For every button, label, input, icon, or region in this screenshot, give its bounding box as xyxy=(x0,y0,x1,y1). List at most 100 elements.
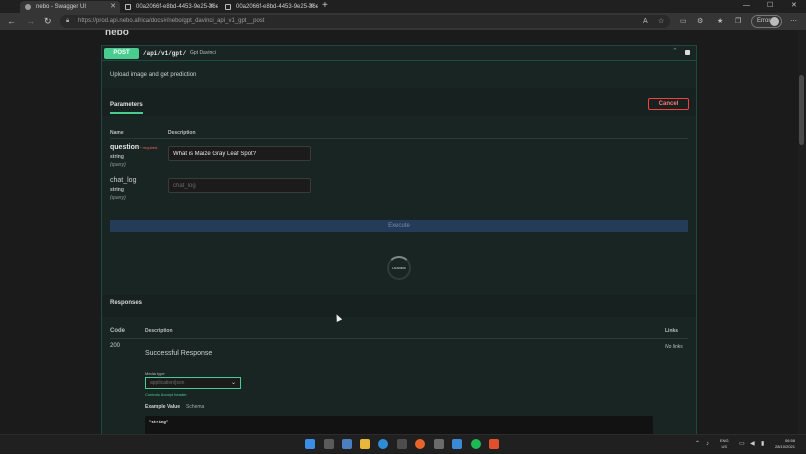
response-links: No links xyxy=(665,344,683,350)
swagger-favicon-icon xyxy=(25,4,31,10)
tab-document-1[interactable]: 00a2066f-e8bd-4453-9e25-36ec ✕ xyxy=(120,1,218,13)
tab-schema[interactable]: Schema xyxy=(186,404,204,410)
example-code-block: "string" xyxy=(145,416,653,434)
avatar xyxy=(770,17,779,26)
column-header-description: Description xyxy=(168,130,196,136)
chat-log-input[interactable] xyxy=(168,178,311,193)
operation-summary[interactable]: POST /api/v1/gpt/ Gpt Davinci ⌃ xyxy=(102,46,696,61)
split-screen-icon[interactable]: ▭ xyxy=(680,17,687,26)
page-content: nebo POST /api/v1/gpt/ Gpt Davinci ⌃ Upl… xyxy=(0,30,806,434)
document-favicon-icon xyxy=(125,4,131,10)
param-name-chat-log: chat_log xyxy=(110,177,137,184)
store-icon[interactable] xyxy=(397,439,407,449)
file-explorer-icon[interactable] xyxy=(360,439,370,449)
profile-button[interactable]: Error xyxy=(751,15,782,28)
browser-toolbar: ← → ↻ 🔒︎ https://prod.api.nebo.africa/do… xyxy=(0,13,806,30)
language-indicator[interactable]: ENG US xyxy=(720,438,729,450)
read-aloud-icon[interactable]: A xyxy=(643,17,648,26)
execute-button[interactable]: Execute xyxy=(110,220,688,232)
spotify-icon[interactable] xyxy=(471,439,481,449)
api-title: nebo xyxy=(105,30,129,38)
profile-status: Error xyxy=(757,18,771,24)
column-header-links: Links xyxy=(665,328,679,334)
param-type: string xyxy=(110,187,124,193)
tab-label: 00a2066f-e8bd-4453-9e25-36ec xyxy=(236,4,318,10)
chevron-down-icon: ⌄ xyxy=(230,380,236,386)
document-favicon-icon xyxy=(225,4,231,10)
clock[interactable]: 06:58 28/10/2021 xyxy=(773,438,795,450)
volume-icon[interactable]: ◀ xyxy=(750,440,755,448)
browser-tab-strip: nebo - Swagger UI ✕ 00a2066f-e8bd-4453-9… xyxy=(0,0,806,13)
example-code: "string" xyxy=(149,421,169,425)
search-icon[interactable] xyxy=(324,439,334,449)
tab-document-2[interactable]: 00a2066f-e8bd-4453-9e25-36ec ✕ xyxy=(220,1,318,13)
extensions-icon[interactable]: ⚙ xyxy=(697,17,703,26)
param-location: (query) xyxy=(110,195,126,201)
collections-icon[interactable]: ❐ xyxy=(735,17,741,26)
terminal-icon[interactable] xyxy=(434,439,444,449)
column-header-code: Code xyxy=(110,328,125,334)
microphone-icon[interactable]: ♪ xyxy=(706,440,709,448)
chevron-up-icon[interactable]: ⌃ xyxy=(695,440,700,448)
task-view-icon[interactable] xyxy=(342,439,352,449)
response-description: Successful Response xyxy=(145,350,213,357)
column-header-description: Description xyxy=(145,328,173,334)
tab-swagger[interactable]: nebo - Swagger UI ✕ xyxy=(20,1,120,13)
display-icon[interactable]: ▭ xyxy=(739,440,745,448)
favorites-icon[interactable]: ★ xyxy=(717,17,723,26)
minimize-button[interactable]: — xyxy=(743,0,750,12)
app-icon[interactable] xyxy=(489,439,499,449)
media-type-value: application/json xyxy=(150,380,185,386)
taskbar: ⌃ ♪ ENG US ▭ ◀ ▮ 06:58 28/10/2021 xyxy=(0,434,806,453)
controls-accept-note: Controls Accept header. xyxy=(145,392,188,397)
edge-browser-icon[interactable] xyxy=(378,439,388,449)
windows-start-icon[interactable] xyxy=(305,439,315,449)
operation-path: /api/v1/gpt/ xyxy=(143,50,187,57)
parameters-header: Parameters Cancel xyxy=(102,88,696,116)
close-window-button[interactable]: ✕ xyxy=(791,0,797,12)
firefox-icon[interactable] xyxy=(415,439,425,449)
scrollbar-thumb[interactable] xyxy=(799,75,804,145)
question-input[interactable] xyxy=(168,146,311,161)
tab-label: 00a2066f-e8bd-4453-9e25-36ec xyxy=(136,4,218,10)
http-method-badge: POST xyxy=(104,48,139,59)
close-tab-icon[interactable]: ✕ xyxy=(308,1,314,13)
more-menu-icon[interactable]: ⋯ xyxy=(790,17,797,26)
region-code: US xyxy=(721,444,728,449)
battery-icon[interactable]: ▮ xyxy=(761,440,764,448)
address-bar[interactable]: 🔒︎ https://prod.api.nebo.africa/docs#/ne… xyxy=(60,15,670,28)
refresh-icon[interactable]: ↻ xyxy=(44,16,52,27)
divider xyxy=(110,138,688,139)
response-code: 200 xyxy=(110,343,121,349)
favorite-star-icon[interactable]: ☆ xyxy=(658,17,664,26)
column-header-name: Name xyxy=(110,130,124,136)
back-arrow-icon[interactable]: ← xyxy=(7,16,16,27)
media-type-label: Media type xyxy=(145,371,165,376)
operation-summary-text: Gpt Davinci xyxy=(190,50,216,56)
cancel-button[interactable]: Cancel xyxy=(648,98,689,110)
tab-parameters[interactable]: Parameters xyxy=(110,102,143,114)
vscode-icon[interactable] xyxy=(452,439,462,449)
tab-example-value[interactable]: Example Value xyxy=(145,404,180,410)
operation-description: Upload image and get prediction xyxy=(110,72,197,78)
chevron-up-icon[interactable]: ⌃ xyxy=(672,47,678,55)
operation-block: POST /api/v1/gpt/ Gpt Davinci ⌃ Upload i… xyxy=(101,45,697,434)
forward-arrow-icon[interactable]: → xyxy=(26,16,35,27)
required-marker: * required xyxy=(140,145,158,150)
tab-label: nebo - Swagger UI xyxy=(36,4,87,10)
system-tray: ⌃ ♪ ENG US ▭ ◀ ▮ 06:58 28/10/2021 xyxy=(693,435,806,454)
responses-title: Responses xyxy=(110,300,143,306)
close-tab-icon[interactable]: ✕ xyxy=(208,1,214,13)
lock-icon[interactable]: 🔒︎ xyxy=(66,15,69,28)
clock-date: 28/10/2021 xyxy=(774,444,795,449)
param-type: string xyxy=(110,154,124,160)
media-type-select[interactable]: application/json ⌄ xyxy=(145,377,241,389)
param-name-question: question xyxy=(110,144,140,151)
page-scrollbar[interactable] xyxy=(798,30,806,434)
url-text[interactable]: https://prod.api.nebo.africa/docs#/nebo/… xyxy=(78,15,264,28)
close-tab-icon[interactable]: ✕ xyxy=(110,1,116,13)
padlock-icon[interactable] xyxy=(685,50,690,55)
param-location: (query) xyxy=(110,162,126,168)
maximize-button[interactable]: ☐ xyxy=(767,0,773,12)
new-tab-button[interactable]: + xyxy=(322,0,328,12)
